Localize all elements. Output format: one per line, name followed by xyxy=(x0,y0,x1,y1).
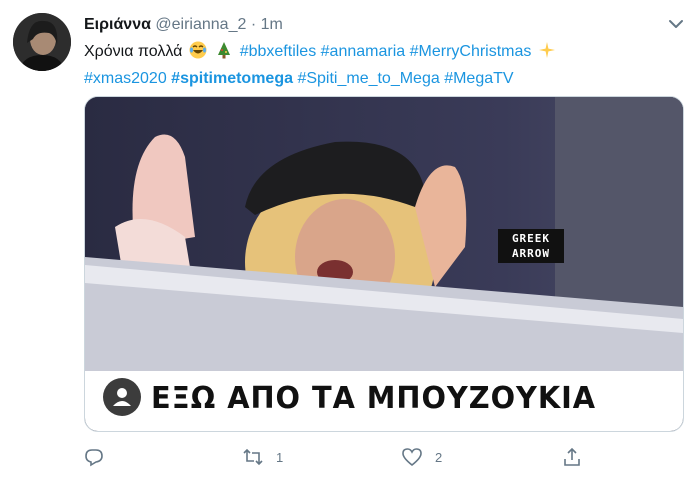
heart-icon xyxy=(401,447,423,467)
retweet-count: 1 xyxy=(276,449,284,465)
timestamp[interactable]: 1m xyxy=(261,16,283,33)
reply-icon xyxy=(84,447,104,467)
hashtag[interactable]: #xmas2020 xyxy=(84,70,167,87)
tweet-media[interactable]: GREEK ARROW ΕΞΩ ΑΠΟ ΤΑ ΜΠΟΥΖΟΥΚΙΑ xyxy=(84,96,684,432)
hashtag[interactable]: #spitimetomega xyxy=(171,70,293,87)
laughing-crying-emoji xyxy=(189,41,207,67)
user-icon xyxy=(103,378,141,416)
tweet-text: Χρόνια πολλά #bbxeftiles #annamaria #Mer… xyxy=(84,40,684,91)
user-handle[interactable]: @eirianna_2 xyxy=(155,16,246,33)
hashtag[interactable]: #MegaTV xyxy=(444,70,513,87)
retweet-icon xyxy=(242,447,264,467)
separator-dot: · xyxy=(250,16,257,33)
christmas-tree-emoji xyxy=(215,41,233,67)
like-count: 2 xyxy=(435,449,443,465)
display-name[interactable]: Ειριάννα xyxy=(84,16,151,33)
hashtag[interactable]: #MerryChristmas xyxy=(410,43,532,60)
watermark-line: ARROW xyxy=(511,247,551,260)
share-button[interactable] xyxy=(562,445,594,469)
meme-photo xyxy=(85,97,683,371)
hashtag[interactable]: #bbxeftiles xyxy=(240,43,317,60)
tweet-actions: 1 2 xyxy=(84,445,684,469)
hashtag[interactable]: #annamaria xyxy=(321,43,406,60)
avatar[interactable] xyxy=(13,13,71,71)
meme-caption: ΕΞΩ ΑΠΟ ΤΑ ΜΠΟΥΖΟΥΚΙΑ xyxy=(85,371,683,431)
tweet-greeting: Χρόνια πολλά xyxy=(84,43,183,60)
sparkle-emoji xyxy=(538,41,556,67)
watermark-line: GREEK xyxy=(511,232,551,245)
reply-button[interactable] xyxy=(84,445,116,469)
tweet: Ειριάννα @eirianna_2 · 1m Χρόνια πολλά #… xyxy=(0,0,700,479)
tweet-header: Ειριάννα @eirianna_2 · 1m xyxy=(84,15,283,35)
watermark: GREEK ARROW xyxy=(498,229,564,263)
retweet-button[interactable]: 1 xyxy=(242,445,283,469)
caption-text: ΕΞΩ ΑΠΟ ΤΑ ΜΠΟΥΖΟΥΚΙΑ xyxy=(151,381,597,416)
share-icon xyxy=(562,447,582,467)
like-button[interactable]: 2 xyxy=(401,445,442,469)
chevron-down-icon[interactable] xyxy=(666,14,686,34)
hashtag[interactable]: #Spiti_me_to_Mega xyxy=(297,70,439,87)
